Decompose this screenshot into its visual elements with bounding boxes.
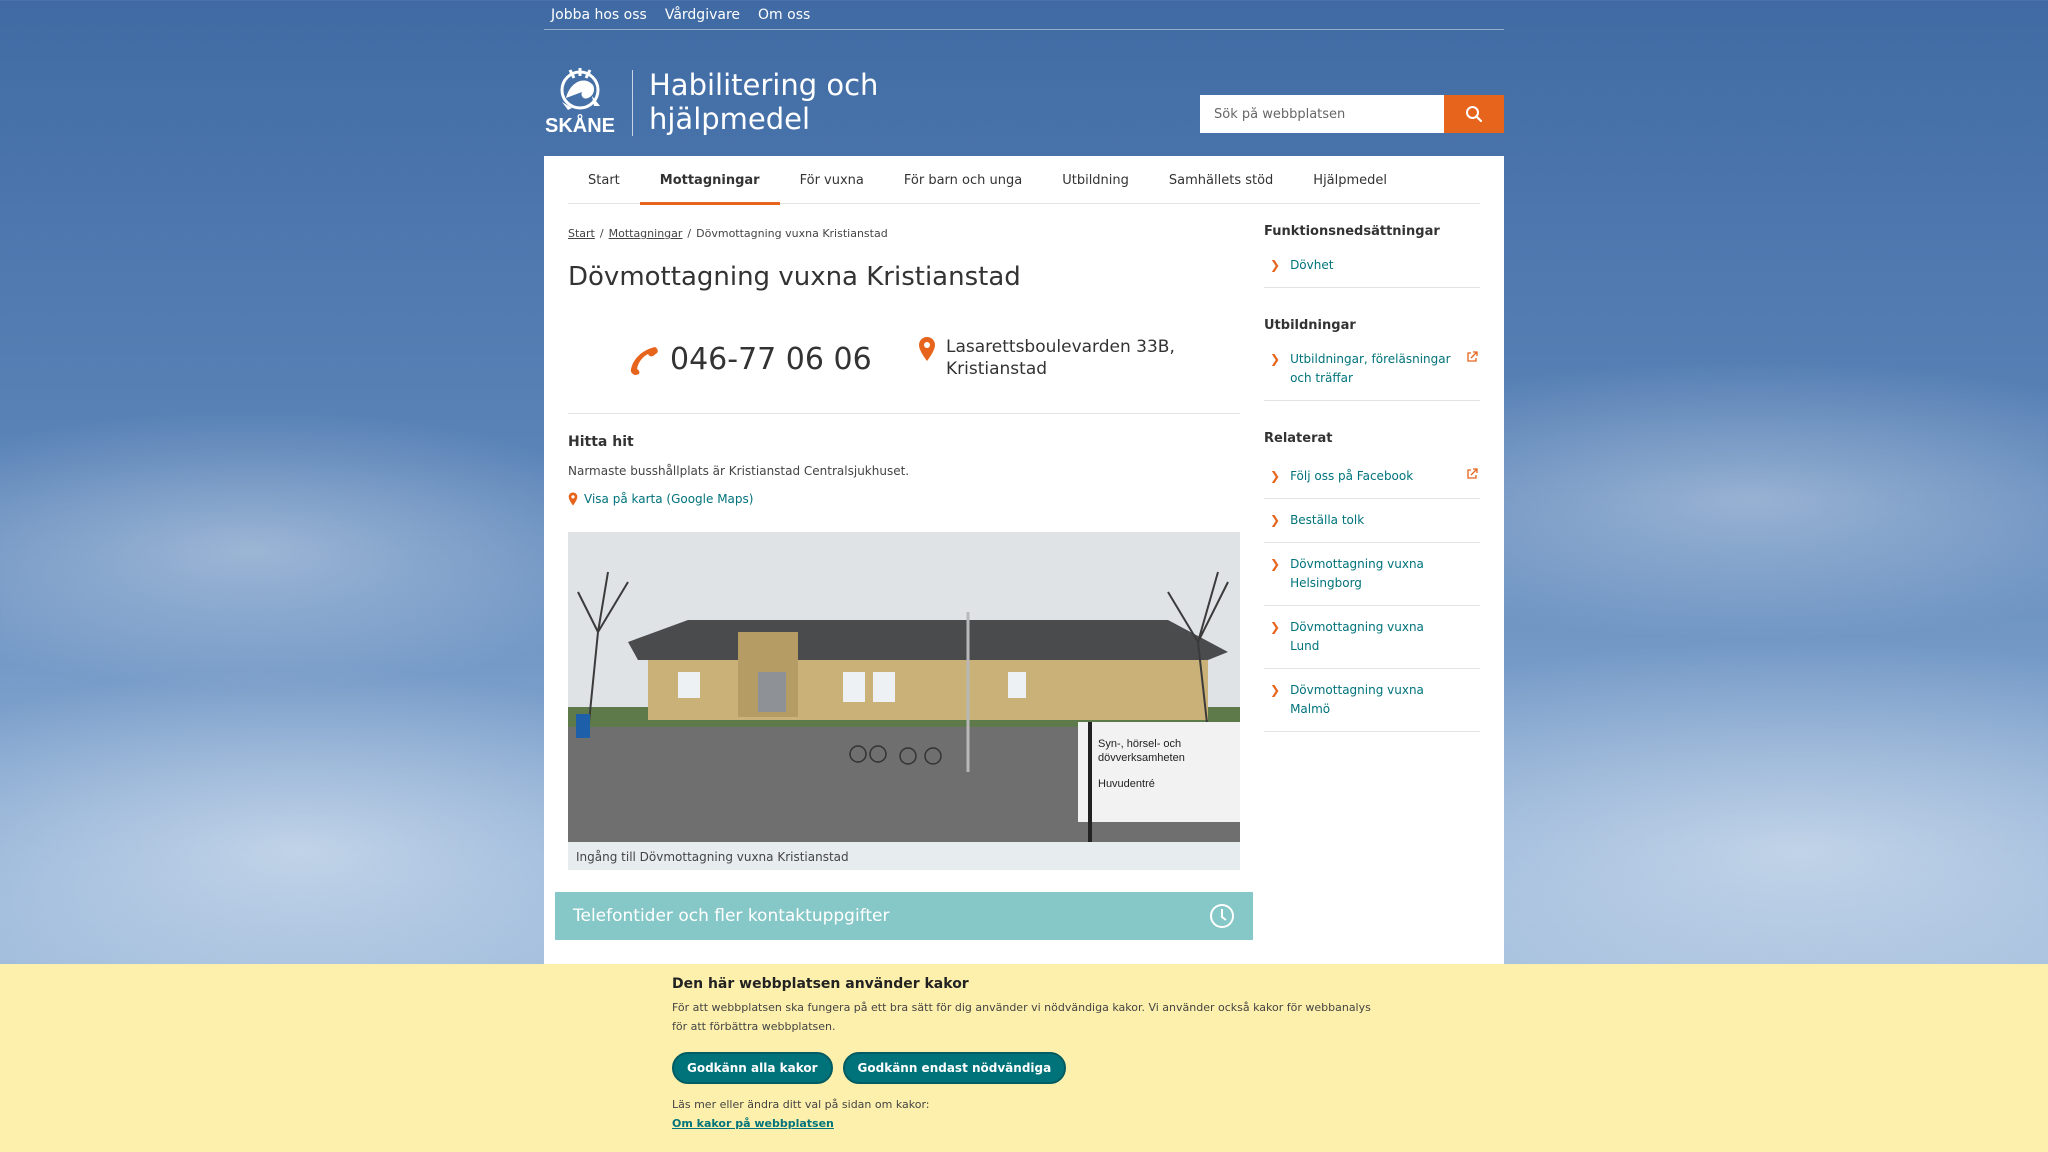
cookie-buttons: Godkänn alla kakor Godkänn endast nödvän… <box>672 1052 1372 1084</box>
external-link-icon <box>1467 351 1478 362</box>
sidebar-item-label: Dövmottagning vuxna Lund <box>1290 620 1424 653</box>
cookie-info-link[interactable]: Om kakor på webbplatsen <box>672 1117 834 1130</box>
accept-necessary-cookies-button[interactable]: Godkänn endast nödvändiga <box>842 1052 1067 1084</box>
tab-mottagningar[interactable]: Mottagningar <box>639 156 780 205</box>
chevron-right-icon: ❯ <box>1270 513 1281 527</box>
logo-text: SKÅNE <box>545 113 615 136</box>
cookie-title: Den här webbplatsen använder kakor <box>672 976 969 992</box>
tab-for-barn-och-unga[interactable]: För barn och unga <box>884 156 1042 204</box>
tab-start[interactable]: Start <box>568 156 640 204</box>
sidebar-group-relaterat: Relaterat ❯ Följ oss på Facebook ❯ Bestä… <box>1264 431 1480 732</box>
tab-samhallets-stod[interactable]: Samhällets stöd <box>1149 156 1293 204</box>
sidebar-group-utbildningar: Utbildningar ❯ Utbildningar, föreläsning… <box>1264 318 1480 401</box>
address-line1: Lasarettsboulevarden 33B, <box>946 337 1175 357</box>
photo-caption: Ingång till Dövmottagning vuxna Kristian… <box>568 842 1240 870</box>
building-photo: Syn-, hörsel- och dövverksamheten Huvude… <box>568 532 1240 842</box>
search-icon <box>1466 106 1483 123</box>
contact-info: 046-77 06 06 Lasarettsboulevarden 33B, K… <box>568 326 1240 414</box>
topnav-om-oss[interactable]: Om oss <box>758 7 810 23</box>
sidebar: Funktionsnedsättningar ❯ Dövhet Utbildni… <box>1264 224 1480 762</box>
cookie-content: Den här webbplatsen använder kakor För a… <box>672 976 1372 1131</box>
find-us-text: Narmaste busshållplats är Kristianstad C… <box>568 464 910 478</box>
sidebar-item-bestalla-tolk[interactable]: ❯ Beställa tolk <box>1264 499 1480 543</box>
sidebar-group-funktionsnedsattningar: Funktionsnedsättningar ❯ Dövhet <box>1264 224 1480 288</box>
tab-utbildning[interactable]: Utbildning <box>1042 156 1149 204</box>
sidebar-item-label: Dövmottagning vuxna Helsingborg <box>1290 557 1424 590</box>
accept-all-cookies-button[interactable]: Godkänn alla kakor <box>672 1052 833 1084</box>
map-link-label: Visa på karta (Google Maps) <box>584 492 754 506</box>
map-link[interactable]: Visa på karta (Google Maps) <box>568 492 753 506</box>
site-title-line2: hjälpmedel <box>649 102 811 136</box>
location-pin-icon <box>919 337 935 361</box>
search-form <box>1200 95 1504 133</box>
sidebar-heading: Relaterat <box>1264 431 1333 446</box>
photo-sign-line3: Huvudentré <box>1098 778 1155 790</box>
site-title[interactable]: Habilitering och hjälpmedel <box>649 68 878 136</box>
breadcrumb-current: Dövmottagning vuxna Kristianstad <box>696 227 888 240</box>
cookie-text: För att webbplatsen ska fungera på ett b… <box>672 1001 1371 1033</box>
sidebar-item-label: Dövmottagning vuxna Malmö <box>1290 683 1424 716</box>
griffin-logo-icon: SKÅNE <box>545 68 615 137</box>
chevron-right-icon: ❯ <box>1270 683 1281 697</box>
photo-sign-line1: Syn-, hörsel- och <box>1098 738 1181 750</box>
external-link-icon <box>1467 468 1478 479</box>
photo-sign-line2: dövverksamheten <box>1098 752 1185 764</box>
breadcrumb: Start / Mottagningar / Dövmottagning vuxna K… <box>568 227 888 240</box>
sidebar-item-dovhet[interactable]: ❯ Dövhet <box>1264 249 1480 288</box>
sidebar-item-label: Beställa tolk <box>1290 513 1365 527</box>
chevron-right-icon: ❯ <box>1270 620 1281 634</box>
region-skane-logo[interactable]: SKÅNE <box>544 68 616 137</box>
building-image: Syn-, hörsel- och dövverksamheten Huvude… <box>568 532 1240 842</box>
tab-for-vuxna[interactable]: För vuxna <box>780 156 884 204</box>
phone-number: 046-77 06 06 <box>670 342 872 377</box>
contact-accordion[interactable]: Telefontider och fler kontaktuppgifter <box>555 892 1253 940</box>
chevron-right-icon: ❯ <box>1270 469 1281 483</box>
breadcrumb-start[interactable]: Start <box>568 227 595 240</box>
search-button[interactable] <box>1444 95 1504 133</box>
find-us-heading: Hitta hit <box>568 434 634 450</box>
breadcrumb-separator: / <box>599 227 604 240</box>
sidebar-heading: Funktionsnedsättningar <box>1264 224 1440 239</box>
topnav-vardgivare[interactable]: Vårdgivare <box>665 7 740 23</box>
sidebar-item-helsingborg[interactable]: ❯ Dövmottagning vuxna Helsingborg <box>1264 543 1480 606</box>
sidebar-item-label: Dövhet <box>1290 258 1334 272</box>
chevron-right-icon: ❯ <box>1270 258 1281 272</box>
sidebar-item-label: Utbildningar, föreläsningar och träffar <box>1290 352 1451 385</box>
chevron-right-icon: ❯ <box>1270 557 1281 571</box>
address-line2: Kristianstad <box>946 359 1048 379</box>
address-text: Lasarettsboulevarden 33B, Kristianstad <box>946 336 1175 380</box>
sidebar-heading: Utbildningar <box>1264 318 1356 333</box>
chevron-down-circle-icon <box>1210 904 1234 928</box>
logo-divider <box>632 70 633 136</box>
sidebar-item-facebook[interactable]: ❯ Följ oss på Facebook <box>1264 460 1480 499</box>
cookie-banner: Den här webbplatsen använder kakor För a… <box>0 964 2048 1152</box>
page-title: Dövmottagning vuxna Kristianstad <box>568 262 1021 292</box>
topnav-jobba[interactable]: Jobba hos oss <box>551 7 647 23</box>
main-nav: Start Mottagningar För vuxna För barn oc… <box>568 156 1480 205</box>
sidebar-item-malmo[interactable]: ❯ Dövmottagning vuxna Malmö <box>1264 669 1480 732</box>
address-block: Lasarettsboulevarden 33B, Kristianstad <box>918 336 1175 380</box>
phone-block[interactable]: 046-77 06 06 <box>628 342 872 377</box>
search-input[interactable] <box>1200 95 1444 133</box>
breadcrumb-mottagningar[interactable]: Mottagningar <box>609 227 683 240</box>
top-nav: Jobba hos oss Vårdgivare Om oss <box>544 0 1504 30</box>
site-title-line1: Habilitering och <box>649 68 879 102</box>
accordion-label: Telefontider och fler kontaktuppgifter <box>573 906 890 926</box>
sidebar-item-utbildningar[interactable]: ❯ Utbildningar, föreläsningar och träffa… <box>1264 343 1480 401</box>
breadcrumb-separator: / <box>687 227 692 240</box>
sidebar-item-label: Följ oss på Facebook <box>1290 469 1414 483</box>
cookie-more-text: Läs mer eller ändra ditt val på sidan om… <box>672 1098 930 1111</box>
phone-icon <box>630 346 658 375</box>
chevron-right-icon: ❯ <box>1270 352 1281 366</box>
map-pin-icon <box>568 492 578 506</box>
tab-hjalpmedel[interactable]: Hjälpmedel <box>1293 156 1407 204</box>
sidebar-item-lund[interactable]: ❯ Dövmottagning vuxna Lund <box>1264 606 1480 669</box>
